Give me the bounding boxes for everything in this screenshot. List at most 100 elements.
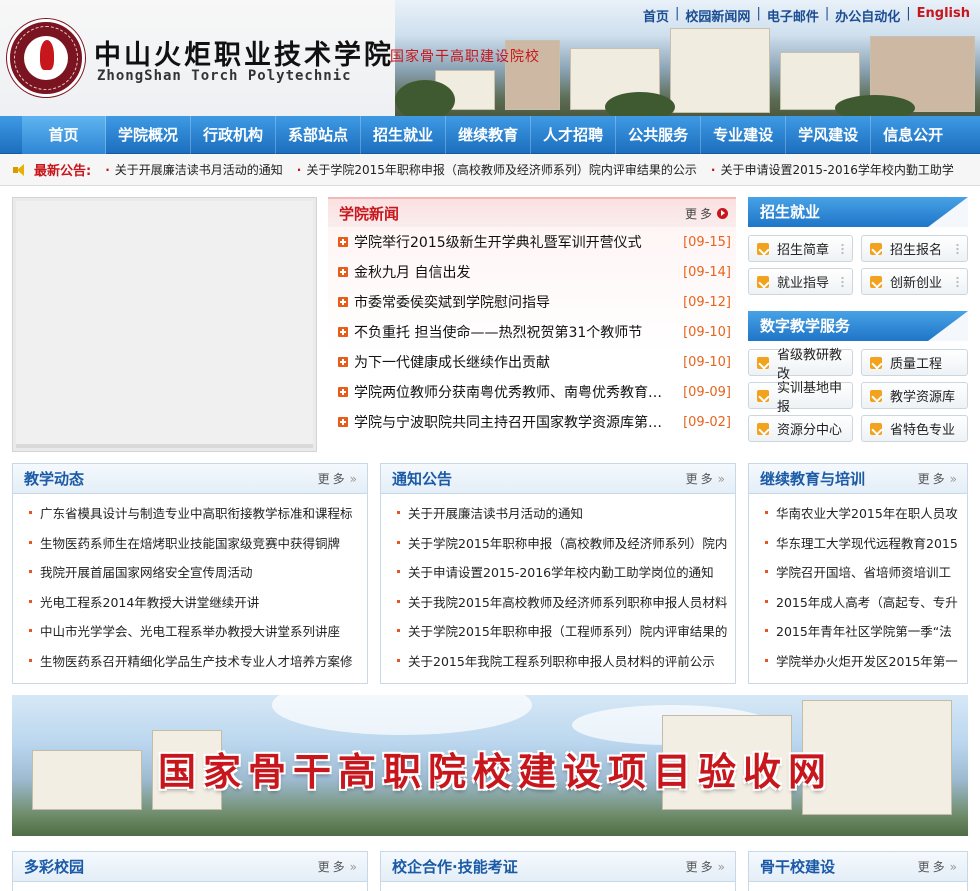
arrow-icon <box>870 242 882 255</box>
resource-center-button[interactable]: 资源分中心 <box>748 415 853 442</box>
campus-tree <box>605 92 675 116</box>
school-logo[interactable] <box>7 19 85 97</box>
nav-item-home[interactable]: 首页 <box>22 116 106 154</box>
button-label: 就业指导 <box>777 276 830 291</box>
innovation-button[interactable]: 创新创业 <box>861 268 968 295</box>
nav-item-about[interactable]: 学院概况 <box>106 116 192 154</box>
nav-item-admission[interactable]: 招生就业 <box>361 116 447 154</box>
notice-item[interactable]: 关于学院2015年职称申报（高校教师及经济师系列）院内评审结果的公示 <box>297 161 697 178</box>
teaching-reform-button[interactable]: 省级教研教改 <box>748 348 853 382</box>
list-item[interactable]: 学院举办火炬开发区2015年第一 <box>749 646 967 676</box>
list-item[interactable]: 不负重托 担当使命——热烈祝贺第31个教师节 [09-10] <box>328 317 736 347</box>
news-date: [09-10] <box>683 354 731 370</box>
training-base-button[interactable]: 实训基地申报 <box>748 381 853 415</box>
quality-project-button[interactable]: 质量工程 <box>861 349 968 376</box>
list-item[interactable]: 生物医药系召开精细化学品生产技术专业人才培养方案修 <box>13 646 367 676</box>
list-item[interactable]: 市委常委侯奕斌到学院慰问指导 [09-12] <box>328 287 736 317</box>
list-item[interactable]: 我院开展首届国家网络安全宣传周活动 <box>13 557 367 587</box>
arrow-icon <box>757 356 769 369</box>
list-item[interactable]: 生物医药系师生在焙烤职业技能国家级竞赛中获得铜牌 <box>13 528 367 558</box>
separator: | <box>675 6 680 21</box>
admission-services: 招生就业 招生简章 招生报名 就业指导 创新创业 <box>748 197 968 295</box>
backbone-school-panel: 骨干校建设 更多 <box>748 851 968 891</box>
panel-more-link[interactable]: 更多 <box>318 470 357 487</box>
news-headline[interactable]: 学院两位教师分获南粤优秀教师、南粤优秀教育工作者称号 <box>354 382 673 402</box>
top-link-english[interactable]: English <box>917 6 970 25</box>
panel-more-link[interactable]: 更多 <box>686 470 725 487</box>
news-header: 学院新闻 更多 <box>328 197 736 227</box>
panel-header: 多彩校园 更多 <box>13 852 367 882</box>
top-link-oa[interactable]: 办公自动化 <box>835 6 900 25</box>
arrow-right-icon <box>717 207 728 219</box>
panel-list: 广东省模具设计与制造专业中高职衔接教学标准和课程标 生物医药系师生在焙烤职业技能… <box>13 494 367 675</box>
news-headline[interactable]: 不负重托 担当使命——热烈祝贺第31个教师节 <box>354 322 673 342</box>
career-guide-button[interactable]: 就业指导 <box>748 268 853 295</box>
plus-icon <box>338 237 348 247</box>
list-item[interactable]: 关于学院2015年职称申报（工程师系列）院内评审结果的 <box>381 616 735 646</box>
panel-more-link[interactable]: 更多 <box>918 858 957 875</box>
resource-library-button[interactable]: 教学资源库 <box>861 382 968 409</box>
list-item[interactable]: 广东省模具设计与制造专业中高职衔接教学标准和课程标 <box>13 498 367 528</box>
nav-item-public-service[interactable]: 公共服务 <box>616 116 702 154</box>
featured-major-button[interactable]: 省特色专业 <box>861 415 968 442</box>
nav-item-continuing-edu[interactable]: 继续教育 <box>446 116 532 154</box>
cooperation-panel: 校企合作·技能考证 更多 <box>380 851 736 891</box>
separator: | <box>756 6 761 21</box>
list-item[interactable]: 学院召开国培、省培师资培训工 <box>749 557 967 587</box>
panel-more-link[interactable]: 更多 <box>318 858 357 875</box>
list-item[interactable]: 学院与宁波职院共同主持召开国家教学资源库第一次工作会议 [09-02] <box>328 407 736 437</box>
button-label: 资源分中心 <box>777 423 843 438</box>
nav-item-recruitment[interactable]: 人才招聘 <box>531 116 617 154</box>
panel-more-link[interactable]: 更多 <box>918 470 957 487</box>
list-item[interactable]: 2015年成人高考（高起专、专升 <box>749 587 967 617</box>
admission-signup-button[interactable]: 招生报名 <box>861 235 968 262</box>
notice-item[interactable]: 关于开展廉洁读书月活动的通知 <box>105 161 283 178</box>
nav-item-admin[interactable]: 行政机构 <box>191 116 277 154</box>
nav-item-departments[interactable]: 系部站点 <box>276 116 362 154</box>
list-item[interactable]: 2015年青年社区学院第一季“法 <box>749 616 967 646</box>
teaching-news-panel: 教学动态 更多 广东省模具设计与制造专业中高职衔接教学标准和课程标 生物医药系师… <box>12 463 368 684</box>
panel-list: 关于开展廉洁读书月活动的通知 关于学院2015年职称申报（高校教师及经济师系列）… <box>381 494 735 675</box>
project-acceptance-banner[interactable]: 国家骨干高职院校建设项目验收网 <box>12 695 968 836</box>
admission-guide-button[interactable]: 招生简章 <box>748 235 853 262</box>
list-item[interactable]: 金秋九月 自信出发 [09-14] <box>328 257 736 287</box>
more-label: 更多 <box>684 206 715 221</box>
top-link-home[interactable]: 首页 <box>643 6 669 25</box>
news-headline[interactable]: 市委常委侯奕斌到学院慰问指导 <box>354 292 673 312</box>
continuing-edu-panel: 继续教育与培训 更多 华南农业大学2015年在职人员攻 华东理工大学现代远程教育… <box>748 463 968 684</box>
list-item[interactable]: 关于2015年我院工程系列职称申报人员材料的评前公示 <box>381 646 735 676</box>
panel-title: 教学动态 <box>24 470 85 488</box>
list-item[interactable]: 学院两位教师分获南粤优秀教师、南粤优秀教育工作者称号 [09-09] <box>328 377 736 407</box>
news-headline[interactable]: 金秋九月 自信出发 <box>354 262 673 282</box>
news-headline[interactable]: 学院举行2015级新生开学典礼暨军训开营仪式 <box>354 232 673 252</box>
list-item[interactable]: 华东理工大学现代远程教育2015 <box>749 528 967 558</box>
news-headline[interactable]: 为下一代健康成长继续作出贡献 <box>354 352 673 372</box>
nav-item-study-style[interactable]: 学风建设 <box>786 116 872 154</box>
list-item[interactable]: 关于申请设置2015-2016学年校内勤工助学岗位的通知 <box>381 557 735 587</box>
list-item[interactable]: 光电工程系2014年教授大讲堂继续开讲 <box>13 587 367 617</box>
news-more-link[interactable]: 更多 <box>685 205 728 222</box>
panel-more-link[interactable]: 更多 <box>686 858 725 875</box>
list-item[interactable]: 学院举行2015级新生开学典礼暨军训开营仪式 [09-15] <box>328 227 736 257</box>
news-headline[interactable]: 学院与宁波职院共同主持召开国家教学资源库第一次工作会议 <box>354 412 673 432</box>
list-item[interactable]: 华南农业大学2015年在职人员攻 <box>749 498 967 528</box>
button-label: 招生报名 <box>890 243 943 258</box>
list-item[interactable]: 关于开展廉洁读书月活动的通知 <box>381 498 735 528</box>
list-item[interactable]: 为下一代健康成长继续作出贡献 [09-10] <box>328 347 736 377</box>
news-date: [09-09] <box>683 384 731 400</box>
grip-icon <box>956 243 959 256</box>
campus-life-panel: 多彩校园 更多 <box>12 851 368 891</box>
campus-tree <box>395 80 455 116</box>
digital-teaching-services: 数字教学服务 省级教研教改 质量工程 实训基地申报 教学资源库 资源分中心 省特… <box>748 311 968 442</box>
photo-slideshow[interactable] <box>12 197 317 452</box>
arrow-icon <box>757 389 769 402</box>
nav-item-disclosure[interactable]: 信息公开 <box>871 116 955 154</box>
list-item[interactable]: 关于我院2015年高校教师及经济师系列职称申报人员材料 <box>381 587 735 617</box>
nav-item-majors[interactable]: 专业建设 <box>701 116 787 154</box>
list-item[interactable]: 中山市光学学会、光电工程系举办教授大讲堂系列讲座 <box>13 616 367 646</box>
notice-item[interactable]: 关于申请设置2015-2016学年校内勤工助学 <box>711 161 953 178</box>
list-item[interactable]: 关于学院2015年职称申报（高校教师及经济师系列）院内 <box>381 528 735 558</box>
arrow-icon <box>757 242 769 255</box>
top-link-news[interactable]: 校园新闻网 <box>685 6 750 25</box>
top-link-email[interactable]: 电子邮件 <box>767 6 819 25</box>
